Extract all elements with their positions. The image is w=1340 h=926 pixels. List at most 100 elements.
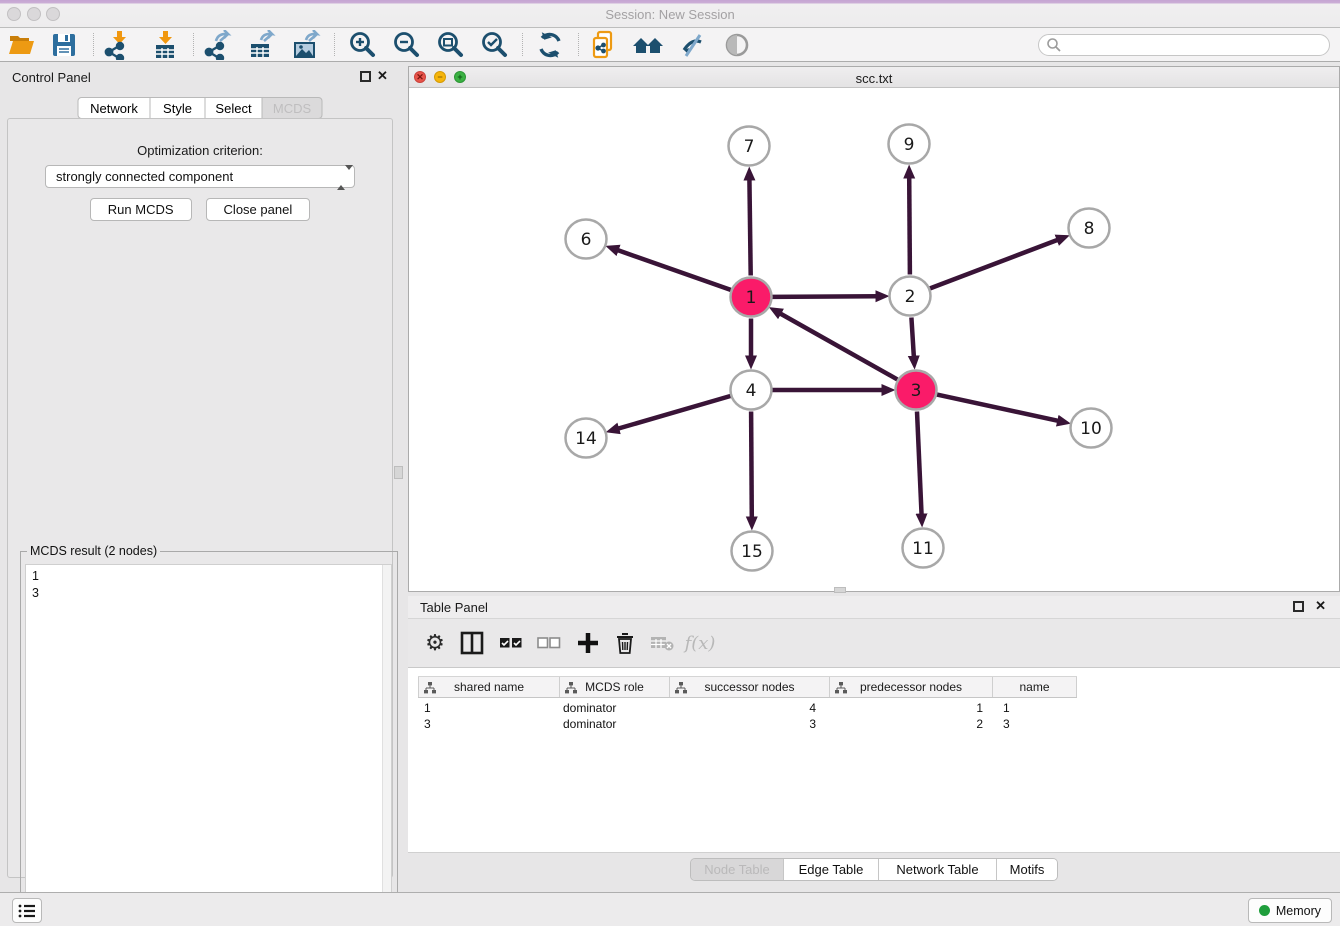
- column-header-predecessor-nodes[interactable]: predecessor nodes: [830, 677, 993, 697]
- namespace-icon: [835, 682, 847, 694]
- mcds-result-values: 1 3: [32, 568, 39, 602]
- edge-2-9[interactable]: [909, 177, 910, 275]
- optimization-criterion-select[interactable]: strongly connected component: [45, 165, 355, 188]
- function-builder-icon: f(x): [683, 626, 717, 660]
- network-view-window: ✕ − + scc.txt 1234678910111415: [408, 66, 1340, 592]
- column-header-shared-name[interactable]: shared name: [418, 677, 560, 697]
- edge-3-10[interactable]: [937, 395, 1059, 422]
- edge-2-8[interactable]: [930, 240, 1059, 289]
- zoom-fit-icon[interactable]: [431, 28, 469, 62]
- show-columns-icon[interactable]: [455, 626, 489, 660]
- graph-node-8[interactable]: 8: [1069, 209, 1110, 248]
- graph-node-15[interactable]: 15: [732, 532, 773, 571]
- node-label: 9: [904, 135, 915, 155]
- search-input[interactable]: [1038, 34, 1330, 56]
- graph-node-2[interactable]: 2: [890, 277, 931, 316]
- table-options-gear-icon[interactable]: ⚙: [418, 626, 452, 660]
- node-label: 1: [746, 288, 757, 308]
- edge-1-7[interactable]: [749, 179, 750, 276]
- task-history-button[interactable]: [12, 898, 42, 923]
- edge-4-15[interactable]: [751, 412, 752, 519]
- run-mcds-button[interactable]: Run MCDS: [90, 198, 192, 221]
- edge-1-2[interactable]: [773, 296, 878, 297]
- optimization-criterion-label: Optimization criterion:: [8, 143, 392, 158]
- zoom-out-icon[interactable]: [387, 28, 425, 62]
- open-session-icon[interactable]: [3, 28, 41, 62]
- tab-style[interactable]: Style: [151, 97, 206, 119]
- select-all-columns-icon[interactable]: [494, 626, 528, 660]
- namespace-icon: [424, 682, 436, 694]
- bird-eye-view-icon[interactable]: [718, 28, 756, 62]
- split-divider-handle-horizontal[interactable]: [834, 587, 846, 593]
- table-row[interactable]: 3 dominator 3 2 3: [418, 716, 1077, 732]
- tab-mcds[interactable]: MCDS: [263, 97, 323, 119]
- edge-4-14[interactable]: [617, 396, 730, 429]
- close-panel-icon[interactable]: ✕: [377, 68, 388, 84]
- graph-node-9[interactable]: 9: [889, 125, 930, 164]
- tab-edge-table[interactable]: Edge Table: [783, 859, 878, 880]
- float-panel-icon[interactable]: [360, 71, 371, 82]
- zoom-selected-icon[interactable]: [475, 28, 513, 62]
- column-header-mcds-role[interactable]: MCDS role: [560, 677, 670, 697]
- network-window-title: scc.txt: [409, 71, 1339, 86]
- edge-3-11[interactable]: [917, 412, 922, 516]
- tab-network[interactable]: Network: [78, 97, 151, 119]
- mcds-result-textarea[interactable]: 1 3: [25, 564, 392, 923]
- hide-graphics-details-icon[interactable]: [673, 28, 711, 62]
- criterion-value: strongly connected component: [56, 169, 233, 184]
- export-image-icon[interactable]: [287, 28, 325, 62]
- table-tabs-strip: Node Table Edge Table Network Table Moti…: [408, 852, 1340, 886]
- save-session-icon[interactable]: [45, 28, 83, 62]
- task-list-icon: [17, 902, 37, 920]
- graph-node-14[interactable]: 14: [566, 419, 607, 458]
- edge-2-3[interactable]: [911, 318, 914, 358]
- graph-node-11[interactable]: 11: [903, 529, 944, 568]
- graph-node-4[interactable]: 4: [731, 371, 772, 410]
- graph-node-3[interactable]: 3: [896, 371, 937, 410]
- tab-select[interactable]: Select: [206, 97, 263, 119]
- tab-node-table[interactable]: Node Table: [691, 859, 783, 880]
- tab-network-table[interactable]: Network Table: [878, 859, 996, 880]
- close-panel-button[interactable]: Close panel: [206, 198, 311, 221]
- column-header-successor-nodes[interactable]: successor nodes: [670, 677, 830, 697]
- graph-node-1[interactable]: 1: [731, 278, 772, 317]
- table-float-panel-icon[interactable]: [1293, 601, 1304, 612]
- export-network-icon[interactable]: [199, 28, 237, 62]
- split-divider-handle-vertical[interactable]: [394, 466, 403, 479]
- memory-label: Memory: [1276, 904, 1321, 918]
- edge-1-6[interactable]: [617, 250, 731, 290]
- graph-node-10[interactable]: 10: [1071, 409, 1112, 448]
- edge-3-1[interactable]: [779, 313, 897, 379]
- control-panel-tabs: Network Style Select MCDS: [78, 97, 323, 119]
- titlebar: Session: New Session: [0, 0, 1340, 28]
- mcds-result-title: MCDS result (2 nodes): [27, 544, 160, 558]
- import-table-icon[interactable]: [147, 28, 185, 62]
- table-row[interactable]: 1 dominator 4 1 1: [418, 700, 1077, 716]
- column-header-name[interactable]: name: [993, 677, 1077, 697]
- table-header-row: shared name MCDS role: [418, 676, 1077, 698]
- import-network-icon[interactable]: [99, 28, 137, 62]
- home-layout-icon[interactable]: [629, 28, 667, 62]
- node-label: 3: [911, 381, 922, 401]
- memory-button[interactable]: Memory: [1248, 898, 1332, 923]
- namespace-icon: [675, 682, 687, 694]
- export-table-icon[interactable]: [243, 28, 281, 62]
- node-table: shared name MCDS role: [408, 668, 1340, 852]
- search-icon: [1046, 37, 1062, 53]
- delete-table-icon: [645, 626, 679, 660]
- namespace-icon: [565, 682, 577, 694]
- network-canvas[interactable]: 1 2 3 4 6 7 8 9 10 11 14 15: [409, 88, 1339, 591]
- delete-columns-icon[interactable]: [608, 626, 642, 660]
- table-panel-title: Table Panel: [420, 600, 488, 615]
- add-column-icon[interactable]: [571, 626, 605, 660]
- tab-motifs[interactable]: Motifs: [996, 859, 1057, 880]
- table-close-panel-icon[interactable]: ✕: [1315, 598, 1326, 614]
- zoom-in-icon[interactable]: [343, 28, 381, 62]
- node-label: 11: [912, 539, 934, 559]
- copy-network-icon[interactable]: [585, 28, 623, 62]
- result-scrollbar[interactable]: [382, 565, 391, 922]
- refresh-icon[interactable]: [531, 28, 569, 62]
- graph-node-7[interactable]: 7: [729, 127, 770, 166]
- graph-node-6[interactable]: 6: [566, 220, 607, 259]
- unselect-all-columns-icon[interactable]: [532, 626, 566, 660]
